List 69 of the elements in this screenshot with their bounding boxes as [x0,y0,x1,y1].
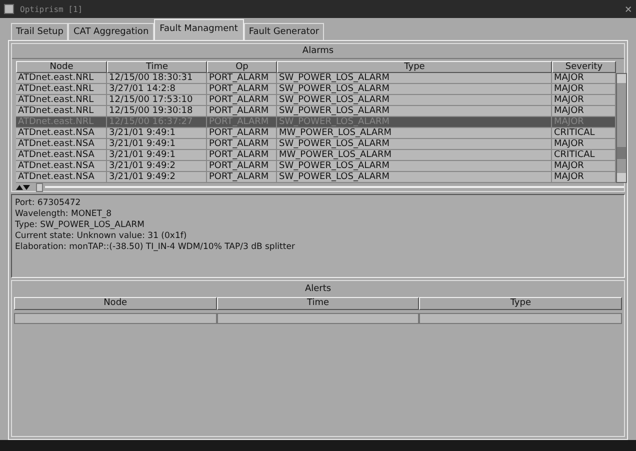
tab[interactable]: Trail Setup [11,23,68,40]
detail-line: Wavelength: MONET_8 [15,209,113,220]
table-cell[interactable]: SW_POWER_LOS_ALARM [277,139,552,150]
table-cell[interactable]: 3/21/01 9:49:2 [107,172,207,183]
section-header: Alarms [12,44,624,59]
tab[interactable]: CAT Aggregation [68,23,154,40]
table-cell[interactable]: 3/21/01 9:49:1 [107,128,207,139]
column-header[interactable]: Time [107,61,207,73]
detail-line: Elaboration: monTAP::(-38.50) TI_IN-4 WDM/10% TAP/3 dB splitter [15,242,296,253]
table-cell[interactable]: SW_POWER_LOS_ALARM [277,95,552,106]
table-cell[interactable]: SW_POWER_LOS_ALARM [277,161,552,172]
table-cell[interactable]: ATDnet.east.NRL [16,106,107,117]
table-cell[interactable]: MW_POWER_LOS_ALARM [277,150,552,161]
detail-line: Current state: Unknown value: 31 (0x1f) [15,231,188,242]
window-title: Optiprism [1] [20,4,83,14]
column-header[interactable]: Node [14,297,217,310]
table-cell[interactable]: MAJOR [552,84,616,95]
table-cell[interactable]: 12/15/00 18:30:31 [107,73,207,84]
window-icon [4,4,14,14]
table-cell[interactable]: PORT_ALARM [207,128,277,139]
column-header[interactable]: Time [216,297,420,310]
tab[interactable]: Fault Generator [244,23,324,40]
section-header: Alerts [304,283,332,296]
column-header[interactable]: Type [419,297,622,310]
table-cell[interactable]: ATDnet.east.NSA [16,139,107,150]
detail-line: Type: SW_POWER_LOS_ALARM [15,220,146,231]
table-cell[interactable]: MAJOR [552,161,616,172]
table-cell[interactable]: PORT_ALARM [207,73,277,84]
table-cell[interactable]: 3/27/01 14:2:8 [107,84,207,95]
column-header[interactable]: Severity [552,61,616,73]
table-cell[interactable]: MAJOR [552,139,616,150]
table-cell[interactable]: SW_POWER_LOS_ALARM [277,106,552,117]
table-cell[interactable]: SW_POWER_LOS_ALARM [277,84,552,95]
detail-line: Port: 67305472 [15,198,82,209]
vertical-scrollbar[interactable] [616,73,627,183]
table-cell[interactable]: CRITICAL [552,150,616,161]
table-cell[interactable]: ATDnet.east.NRL [16,84,107,95]
table-cell[interactable]: MAJOR [552,73,616,84]
table-cell[interactable]: ATDnet.east.NSA [16,128,107,139]
table-cell[interactable]: ATDnet.east.NRL [16,73,107,84]
table-cell[interactable]: PORT_ALARM [207,161,277,172]
divider-arrows-icon[interactable] [16,184,30,190]
table-cell[interactable]: PORT_ALARM [207,172,277,183]
table-cell[interactable]: PORT_ALARM [207,139,277,150]
close-button[interactable]: × [624,2,632,16]
table-cell[interactable]: PORT_ALARM [207,150,277,161]
tab[interactable]: Fault Managment [154,19,244,40]
table-cell[interactable]: PORT_ALARM [207,95,277,106]
table-cell[interactable]: SW_POWER_LOS_ALARM [277,73,552,84]
column-header[interactable]: Node [16,61,107,73]
table-cell[interactable]: MAJOR [552,95,616,106]
table-cell[interactable]: 3/21/01 9:49:2 [107,161,207,172]
table-cell[interactable]: CRITICAL [552,128,616,139]
table-cell[interactable]: ATDnet.east.NSA [16,161,107,172]
table-cell[interactable]: 3/21/01 9:49:1 [107,139,207,150]
table-cell[interactable]: ATDnet.east.NSA [16,150,107,161]
column-header[interactable]: Op [207,61,277,73]
table-cell[interactable]: MAJOR [552,106,616,117]
table-cell[interactable]: PORT_ALARM [207,106,277,117]
table-cell[interactable]: ATDnet.east.NRL [16,95,107,106]
table-cell[interactable]: ATDnet.east.NSA [16,172,107,183]
column-header[interactable]: Type [277,61,552,73]
table-cell[interactable]: MW_POWER_LOS_ALARM [277,128,552,139]
table-cell[interactable]: MAJOR [552,172,616,183]
table-cell[interactable]: SW_POWER_LOS_ALARM [277,172,552,183]
table-cell[interactable]: 3/21/01 9:49:1 [107,150,207,161]
table-cell[interactable]: 12/15/00 17:53:10 [107,95,207,106]
table-cell[interactable]: 12/15/00 19:30:18 [107,106,207,117]
table-cell[interactable]: PORT_ALARM [207,84,277,95]
